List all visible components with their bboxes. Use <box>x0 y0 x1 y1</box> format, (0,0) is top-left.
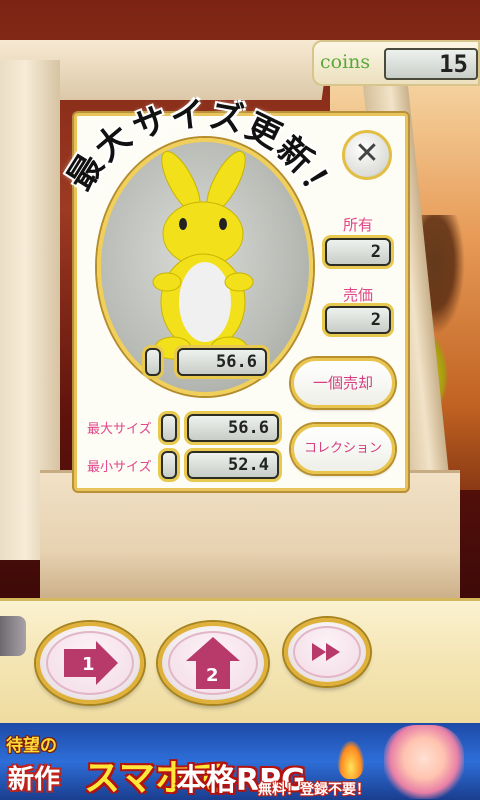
svg-text:1: 1 <box>82 654 95 675</box>
claw-move-button-2[interactable]: 2 <box>158 622 268 704</box>
ad-text-line1: 待望の <box>6 736 57 756</box>
flame-icon <box>338 741 364 779</box>
owned-value: 2 <box>325 238 391 266</box>
max-size-label: 最大サイズ <box>87 422 152 437</box>
side-tab[interactable] <box>0 616 26 656</box>
price-value: 2 <box>325 306 391 334</box>
prize-size-display: 56.6 <box>177 348 267 376</box>
close-icon: ✕ <box>354 136 380 171</box>
arrow-right-icon: 1 <box>64 641 118 685</box>
coins-label: coins <box>320 51 371 73</box>
ad-text-line2: 新作 <box>8 765 61 795</box>
ad-text-line5: 無料！登録不要！ <box>258 782 370 798</box>
fast-forward-button[interactable] <box>284 618 370 686</box>
min-size-value: 52.4 <box>187 451 279 479</box>
ad-banner[interactable]: 待望の 新作 スマホで 本格RPG 無料！登録不要！ <box>0 723 480 800</box>
min-size-indicator <box>161 451 177 479</box>
price-label: 売価 <box>343 286 374 304</box>
max-size-indicator <box>161 414 177 442</box>
sell-one-button[interactable]: 一個売却 <box>291 358 395 408</box>
coins-counter: coins 15 <box>312 40 480 86</box>
collection-button[interactable]: コレクション <box>291 424 395 474</box>
arrow-up-icon: 2 <box>186 637 240 689</box>
ad-character-image <box>384 725 464 799</box>
min-size-label: 最小サイズ <box>87 460 152 475</box>
close-button[interactable]: ✕ <box>342 130 392 180</box>
svg-text:2: 2 <box>206 665 219 686</box>
claw-move-button-1[interactable]: 1 <box>36 622 144 704</box>
owned-label: 所有 <box>343 216 374 234</box>
new-record-headline: 最 大 サ イ ズ 更 新 ！ <box>59 94 344 211</box>
coins-value: 15 <box>384 48 478 80</box>
max-size-value: 56.6 <box>187 414 279 442</box>
fast-forward-icon <box>312 643 340 661</box>
prize-size-indicator <box>145 348 161 376</box>
